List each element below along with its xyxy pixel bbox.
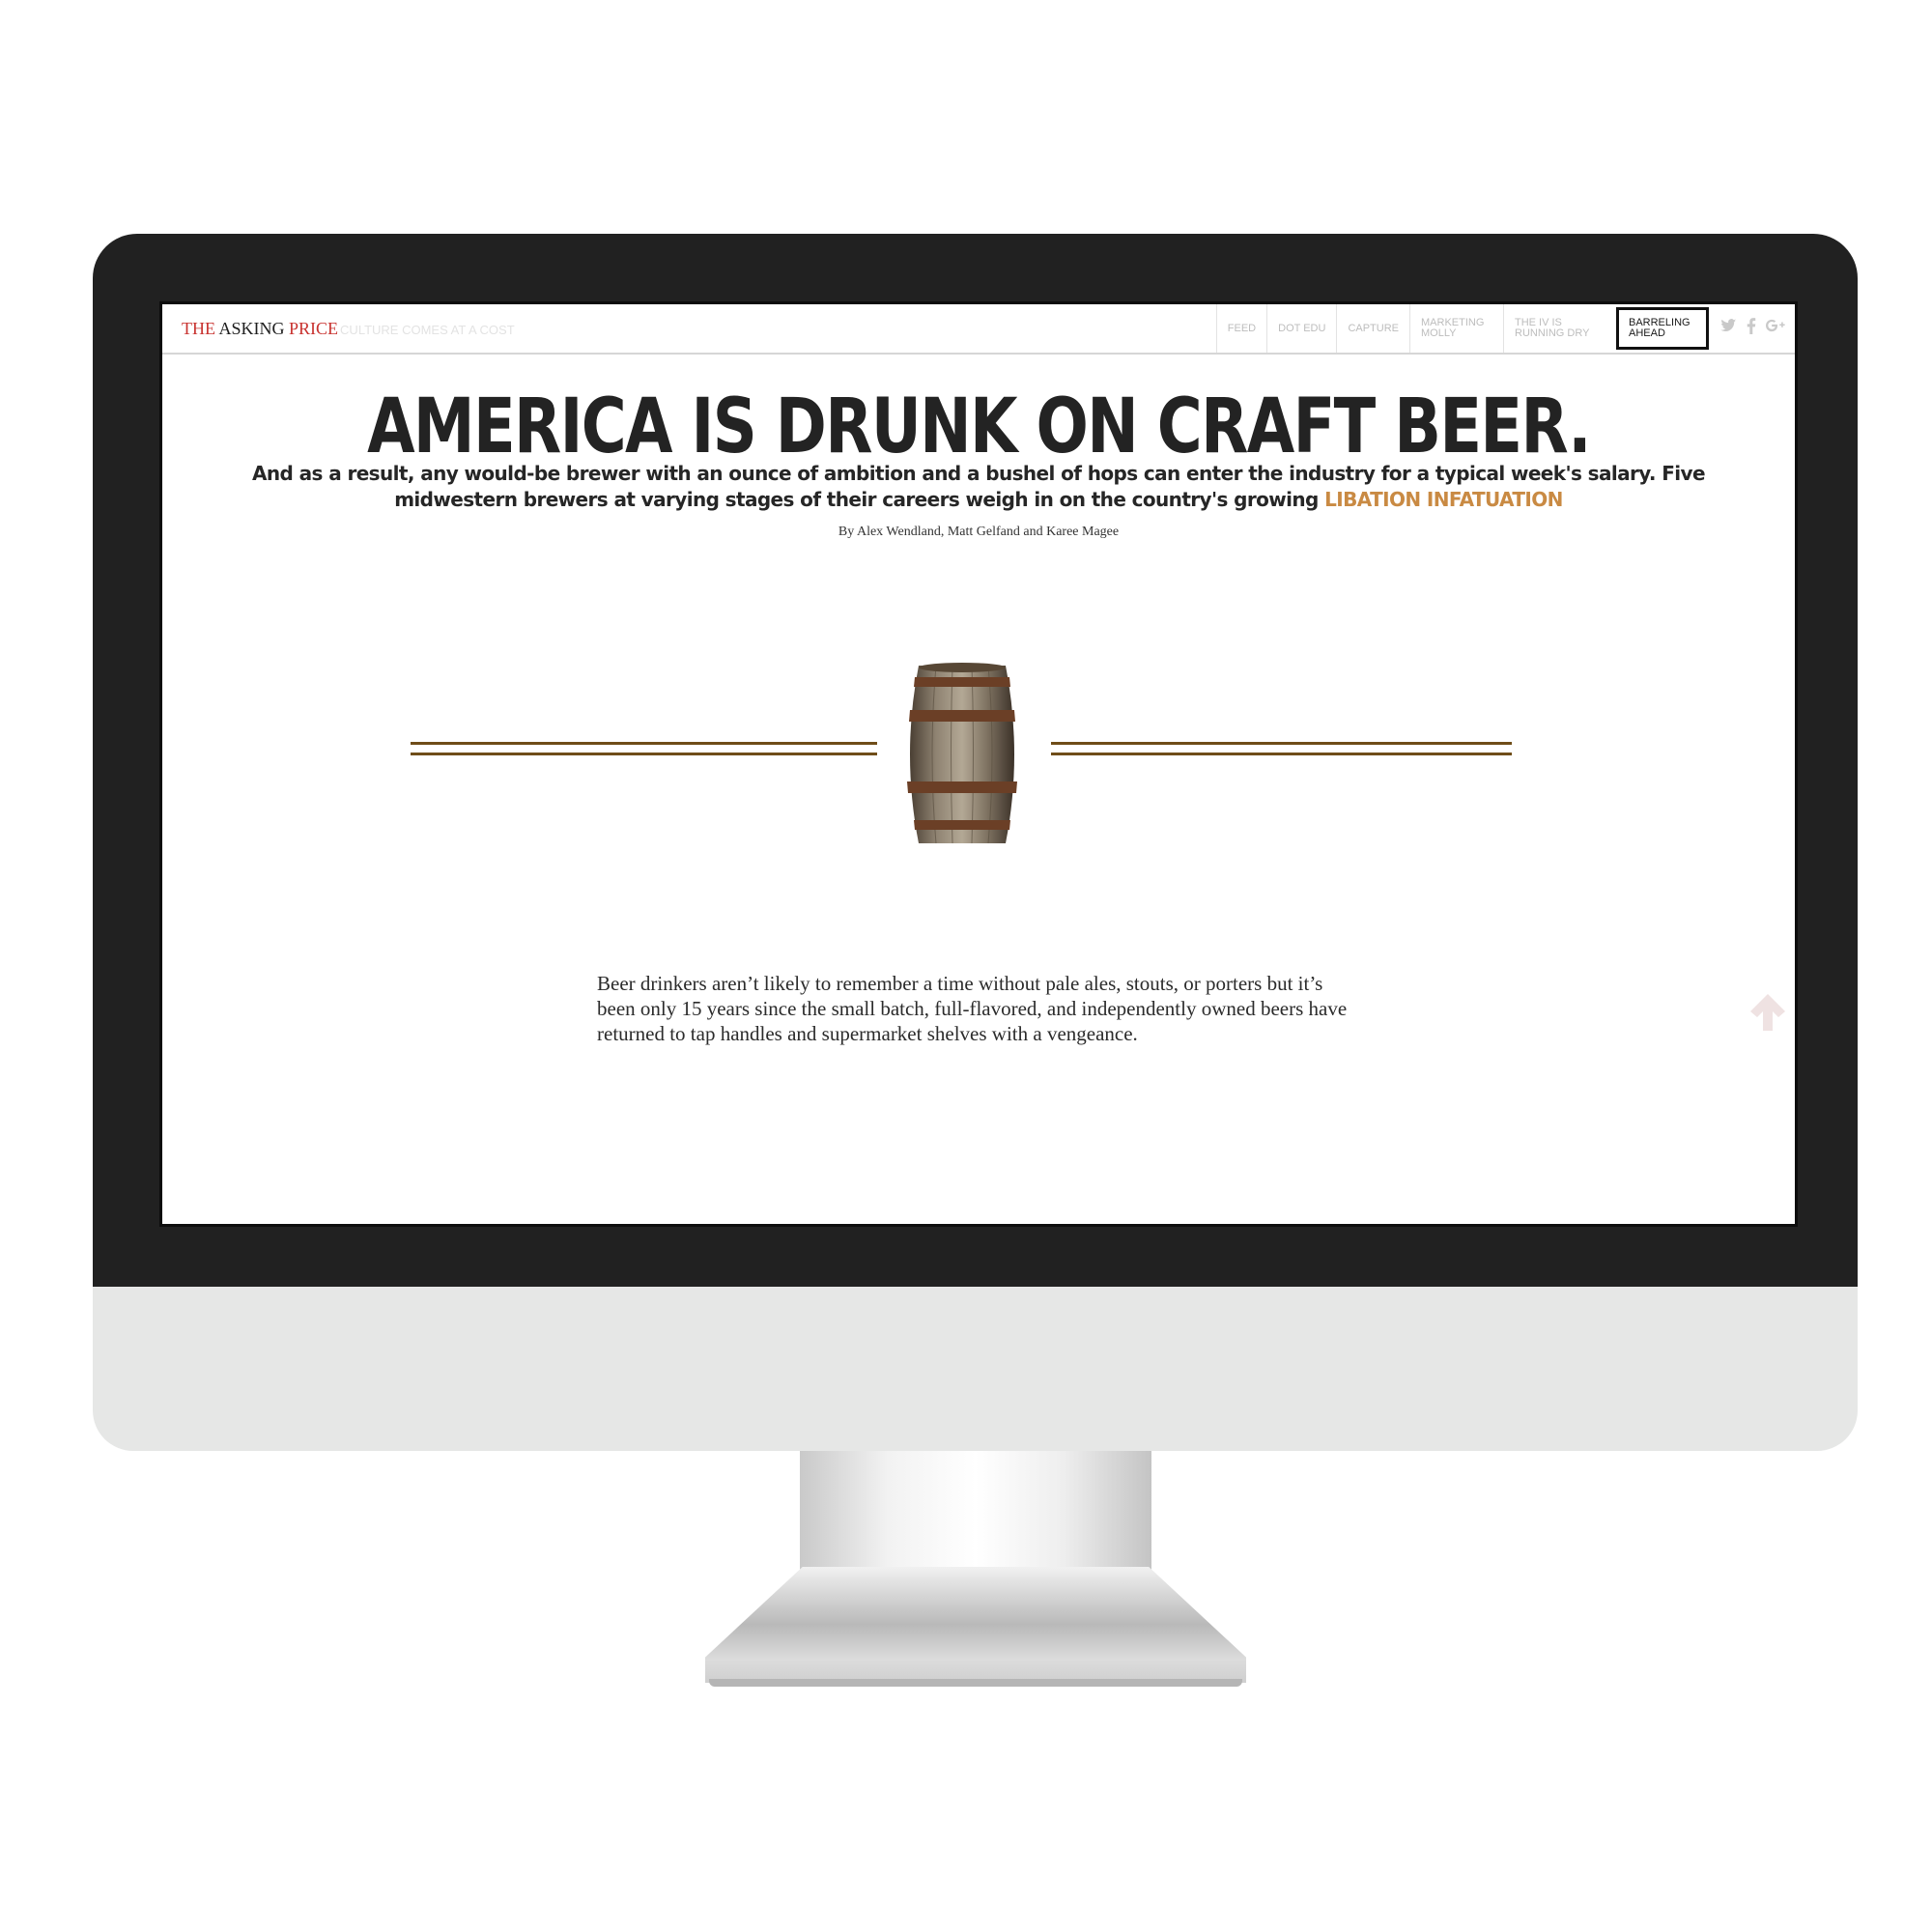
brand-asking: ASKING (218, 319, 285, 338)
article-headline: AMERICA IS DRUNK ON CRAFT BEER. (367, 384, 1591, 470)
nav-menu: FEED DOT EDU CAPTURE MARKETING MOLLY THE… (1215, 304, 1785, 353)
scroll-to-top-arrow-icon[interactable] (1747, 990, 1789, 1033)
twitter-icon[interactable] (1720, 318, 1737, 339)
divider-rule-left-top (411, 742, 877, 745)
article-dek: And as a result, any would-be brewer wit… (191, 461, 1766, 513)
nav-item-feed[interactable]: FEED (1215, 304, 1266, 353)
browser-screen: THE ASKING PRICE CULTURE COMES AT A COST … (159, 301, 1798, 1227)
divider-rule-right-top (1051, 742, 1512, 745)
monitor-stand (705, 1451, 1246, 1692)
top-nav: THE ASKING PRICE CULTURE COMES AT A COST … (162, 304, 1795, 355)
facebook-icon[interactable] (1747, 318, 1756, 339)
brand-tagline: CULTURE COMES AT A COST (340, 323, 515, 337)
article-byline: By Alex Wendland, Matt Gelfand and Karee… (838, 525, 1120, 539)
divider-rule-right-bottom (1051, 753, 1512, 755)
brand-price: PRICE (289, 319, 339, 338)
divider-rule-left-bottom (411, 753, 877, 755)
dek-highlight-link[interactable]: LIBATION INFATUATION (1324, 488, 1563, 511)
nav-item-iv-running-dry[interactable]: THE IV IS RUNNING DRY (1503, 304, 1610, 353)
article-body-paragraph: Beer drinkers aren’t likely to remember … (597, 972, 1348, 1045)
nav-item-capture[interactable]: CAPTURE (1336, 304, 1409, 353)
monitor-chin (93, 1287, 1858, 1451)
brand-the: THE (182, 319, 215, 338)
nav-item-marketing-molly[interactable]: MARKETING MOLLY (1409, 304, 1503, 353)
barrel-image (899, 662, 1025, 847)
nav-item-dot-edu[interactable]: DOT EDU (1266, 304, 1336, 353)
nav-item-barreling-ahead[interactable]: BARRELING AHEAD (1616, 307, 1709, 350)
google-plus-icon[interactable] (1766, 318, 1785, 339)
social-links (1720, 318, 1785, 339)
site-logo[interactable]: THE ASKING PRICE CULTURE COMES AT A COST (182, 319, 515, 339)
